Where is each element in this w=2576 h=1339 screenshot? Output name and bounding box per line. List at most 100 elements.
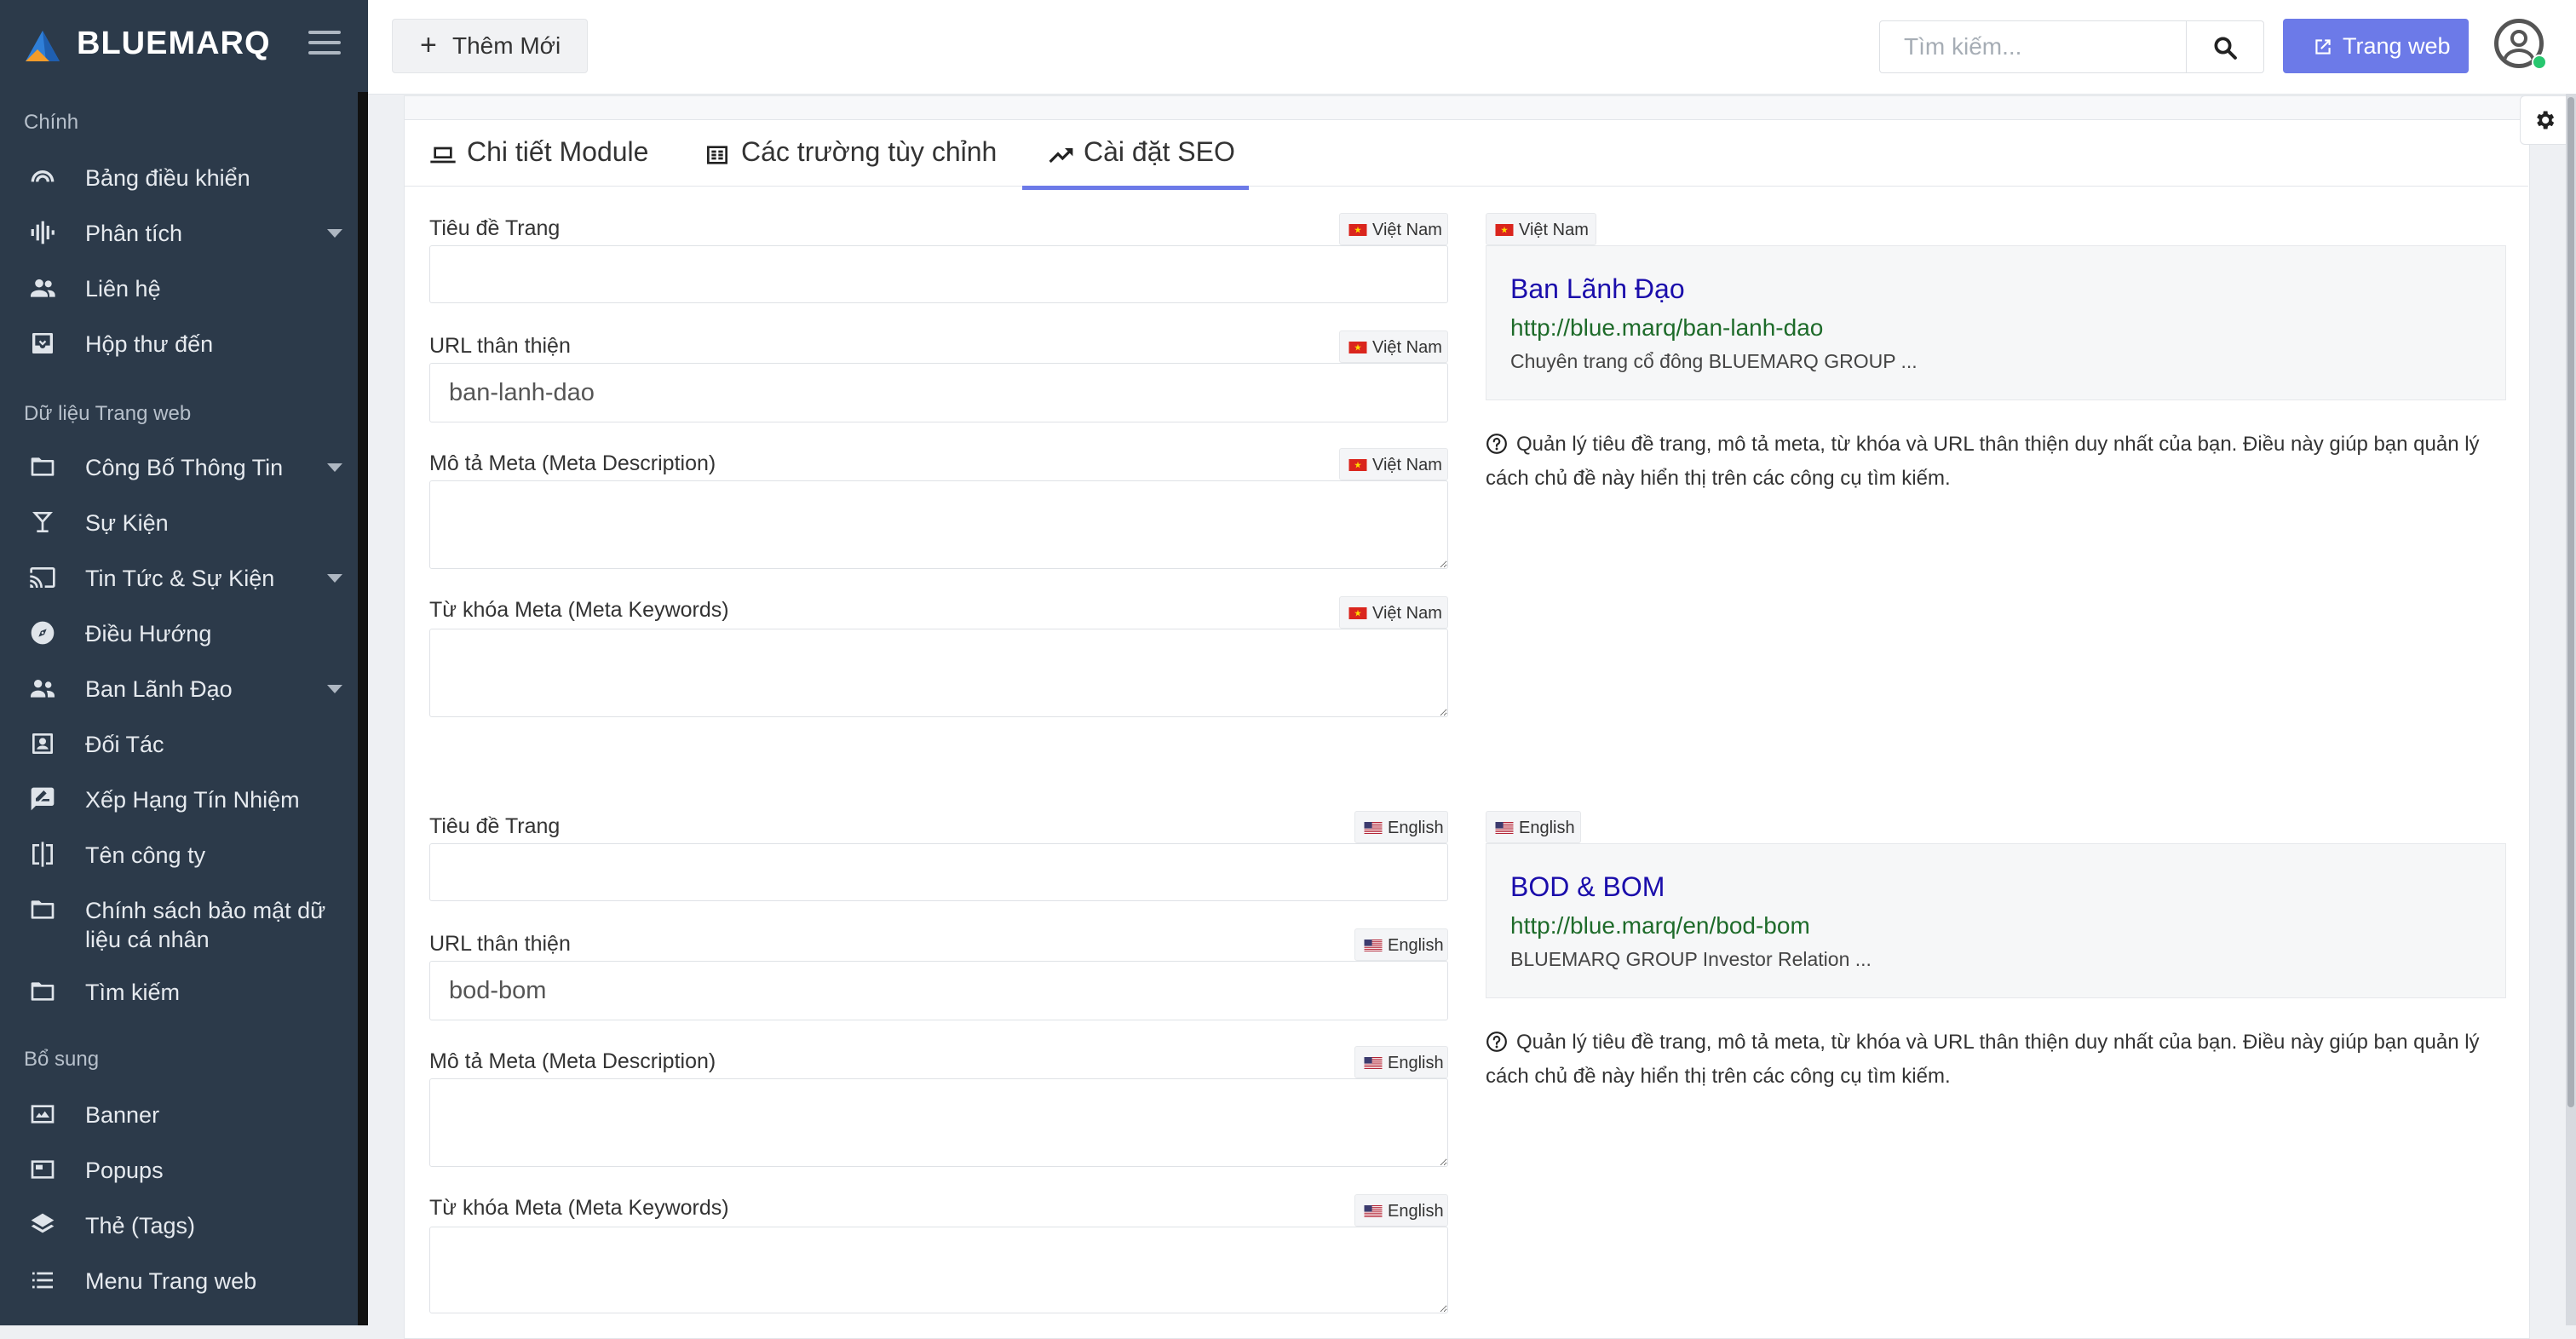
sidebar-item-label: Công Bố Thông Tin [85, 455, 284, 480]
sidebar-item-navigation[interactable]: Điều Hướng [0, 607, 358, 660]
sidebar-item-inbox[interactable]: Hộp thư đến [0, 318, 358, 371]
flag-us-icon [1364, 1057, 1383, 1069]
flag-us-icon [1364, 940, 1383, 951]
page-scrollbar[interactable] [2566, 94, 2576, 1325]
help-circle-icon [1486, 1031, 1508, 1053]
meta-description-textarea[interactable] [429, 480, 1448, 569]
seo-help-note: Quản lý tiêu đề trang, mô tả meta, từ kh… [1486, 433, 2480, 490]
sidebar-item-dashboard[interactable]: Bảng điều khiển [0, 152, 358, 204]
add-new-button[interactable]: + Thêm Mới [392, 19, 588, 73]
search-preview: Ban Lãnh Đạo http://blue.marq/ban-lanh-d… [1486, 245, 2506, 400]
page-title-label: Tiêu đề Trang [429, 216, 561, 240]
banner-icon [29, 1101, 56, 1128]
sidebar-item-privacy-policy[interactable]: Chính sách bảo mật dữ liệu cá nhân [0, 884, 358, 969]
search-button[interactable] [2186, 20, 2264, 73]
meta-keywords-textarea[interactable] [429, 629, 1448, 717]
cast-icon [29, 564, 56, 591]
tab-seo-settings[interactable]: Cài đặt SEO [1022, 135, 1249, 190]
meta-description-textarea[interactable] [429, 1078, 1448, 1167]
sidebar-item-label: Tìm kiếm [85, 980, 180, 1005]
sidebar-item-analytics[interactable]: Phân tích [0, 207, 358, 260]
flag-vn-icon [1348, 607, 1367, 619]
sidebar-item-tags[interactable]: Thẻ (Tags) [0, 1199, 358, 1252]
tab-module-details[interactable]: Chi tiết Module [429, 135, 661, 186]
gauge-icon [29, 164, 56, 191]
brand: BLUEMARQ [0, 0, 368, 92]
list-icon [29, 1267, 56, 1294]
sidebar-item-credit-rating[interactable]: Xếp Hạng Tín Nhiệm [0, 773, 358, 826]
friendly-url-input[interactable] [429, 961, 1448, 1020]
external-link-icon [2315, 39, 2331, 55]
sidebar-scrollbar[interactable] [358, 92, 368, 1325]
sidebar-item-label: Tên công ty [85, 842, 206, 868]
sidebar-item-disclosure[interactable]: Công Bố Thông Tin [0, 441, 358, 494]
gear-icon [2537, 111, 2555, 129]
sidebar-item-label: Điều Hướng [85, 621, 212, 647]
users-icon [29, 274, 56, 302]
sidebar-item-site-menu[interactable]: Menu Trang web [0, 1255, 358, 1307]
meta-description-label: Mô tả Meta (Meta Description) [429, 451, 716, 475]
flag-vn-icon [1348, 459, 1367, 471]
glass-icon [29, 509, 56, 536]
sidebar-item-news[interactable]: Tin Tức & Sự Kiện [0, 552, 358, 605]
language-badge: Việt Nam [1339, 596, 1448, 629]
seo-help-note: Quản lý tiêu đề trang, mô tả meta, từ kh… [1486, 1031, 2480, 1088]
flag-vn-icon [1348, 224, 1367, 236]
split-icon [29, 841, 56, 868]
sidebar-section-site-data: Dữ liệu Trang web [24, 402, 192, 425]
sidebar-item-label: Hộp thư đến [85, 331, 214, 357]
sidebar-item-leadership[interactable]: Ban Lãnh Đạo [0, 663, 358, 715]
language-badge: Việt Nam [1339, 213, 1448, 245]
flag-us-icon [1364, 822, 1383, 834]
page-scrollbar-thumb[interactable] [2567, 97, 2574, 1107]
friendly-url-label: URL thân thiện [429, 334, 571, 358]
plus-icon: + [420, 29, 437, 61]
website-button[interactable]: Trang web [2283, 19, 2469, 73]
brand-name: BLUEMARQ [77, 26, 271, 61]
sidebar-item-label: Menu Trang web [85, 1268, 257, 1294]
preview-url: http://blue.marq/ban-lanh-dao [1510, 314, 1824, 341]
sidebar-section-main: Chính [24, 111, 79, 134]
folder-icon [29, 978, 56, 1005]
page-title-input[interactable] [429, 245, 1448, 303]
friendly-url-input[interactable] [429, 363, 1448, 422]
tab-custom-fields[interactable]: Các trường tùy chỉnh [704, 135, 997, 186]
preview-description: Chuyên trang cổ đông BLUEMARQ GROUP ... [1510, 350, 1918, 372]
preview-description: BLUEMARQ GROUP Investor Relation ... [1510, 948, 1872, 970]
popup-icon [29, 1156, 56, 1183]
waveform-icon [29, 219, 56, 246]
sidebar-item-label: Liên hệ [85, 276, 161, 302]
people-icon [29, 675, 56, 702]
chevron-down-icon [327, 574, 342, 583]
sidebar-item-label: Xếp Hạng Tín Nhiệm [85, 787, 300, 813]
language-badge: Việt Nam [1339, 330, 1448, 363]
sidebar-item-company-name[interactable]: Tên công ty [0, 829, 358, 882]
preview-language-badge: English [1486, 811, 1581, 843]
sidebar-item-label: Popups [85, 1158, 164, 1183]
search-input[interactable] [1879, 20, 2186, 73]
chevron-down-icon [327, 463, 342, 472]
search-icon [2214, 37, 2237, 60]
sidebar-section-extras: Bổ sung [24, 1048, 100, 1071]
preview-url: http://blue.marq/en/bod-bom [1510, 912, 1810, 939]
sidebar-item-label: Banner [85, 1102, 160, 1128]
sidebar-item-events[interactable]: Sự Kiện [0, 497, 358, 549]
sidebar-item-label: Chính sách bảo mật dữ [85, 898, 326, 923]
sidebar: BLUEMARQ Chính Bảng điều khiển Phân tích… [0, 0, 368, 1325]
chevron-down-icon [327, 229, 342, 238]
sidebar-item-partners[interactable]: Đối Tác [0, 718, 358, 771]
sidebar-item-search[interactable]: Tìm kiếm [0, 966, 358, 1019]
preview-title: BOD & BOM [1510, 871, 1665, 902]
bluemarq-logo-icon [26, 31, 60, 61]
sidebar-item-banner[interactable]: Banner [0, 1089, 358, 1141]
search-preview: BOD & BOM http://blue.marq/en/bod-bom BL… [1486, 843, 2506, 998]
page-title-input[interactable] [429, 843, 1448, 901]
menu-toggle-icon[interactable] [308, 31, 341, 60]
sidebar-item-contacts[interactable]: Liên hệ [0, 262, 358, 315]
flag-us-icon [1364, 1205, 1383, 1217]
meta-keywords-textarea[interactable] [429, 1227, 1448, 1313]
sidebar-item-popups[interactable]: Popups [0, 1144, 358, 1197]
meta-keywords-label: Từ khóa Meta (Meta Keywords) [429, 598, 729, 622]
preview-title: Ban Lãnh Đạo [1510, 273, 1685, 304]
contact-card-icon [29, 730, 56, 757]
